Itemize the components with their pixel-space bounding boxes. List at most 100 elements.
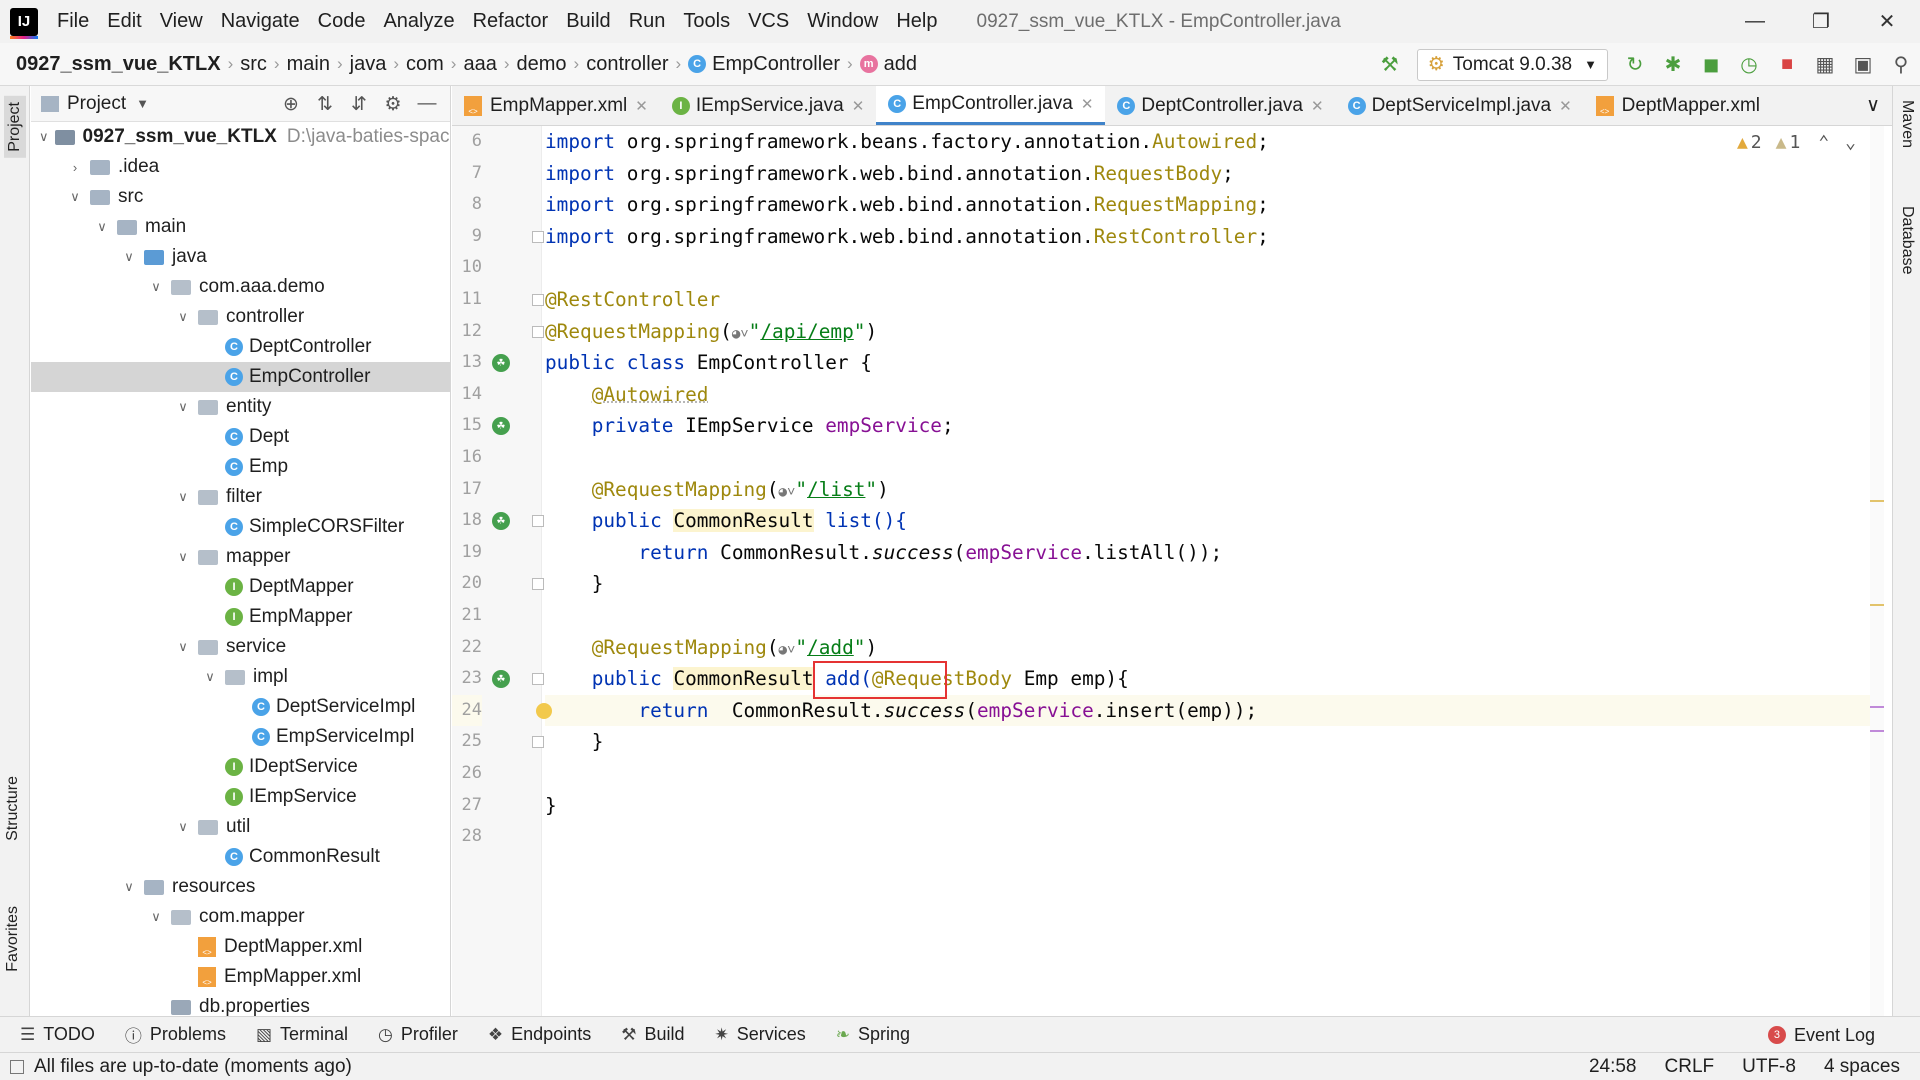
- menu-build[interactable]: Build: [557, 0, 619, 43]
- profile-icon[interactable]: ◷: [1732, 48, 1766, 82]
- menu-window[interactable]: Window: [798, 0, 887, 43]
- restore-icon[interactable]: ❐: [1788, 0, 1854, 43]
- fold-marker-icon[interactable]: [532, 230, 544, 243]
- menu-analyze[interactable]: Analyze: [374, 0, 463, 43]
- inspection-widget[interactable]: ▲ 2 ▲ 1 ⌃ ⌄: [1737, 126, 1856, 158]
- menu-vcs[interactable]: VCS: [739, 0, 798, 43]
- lightbulb-icon[interactable]: [536, 702, 552, 719]
- tree-item-commonresult[interactable]: C CommonResult: [31, 842, 450, 872]
- fold-marker-icon[interactable]: [532, 515, 544, 528]
- chevron-down-icon[interactable]: ∨: [120, 249, 138, 265]
- tabs-overflow-chevron-icon[interactable]: ∨: [1854, 86, 1892, 125]
- code-area[interactable]: import org.springframework.beans.factory…: [545, 126, 1884, 1016]
- tree-item-src[interactable]: ∨ src: [31, 182, 450, 212]
- structure-tool-tab[interactable]: Structure: [4, 776, 22, 841]
- url-path-link[interactable]: /add: [807, 636, 854, 659]
- profiler-tab[interactable]: ◷ Profiler: [378, 1024, 458, 1045]
- tree-item-com-mapper[interactable]: ∨ com.mapper: [31, 902, 450, 932]
- chevron-down-icon[interactable]: ∨: [201, 669, 219, 685]
- editor-tab-deptmapper-xml[interactable]: <> DeptMapper.xml: [1584, 86, 1772, 125]
- fold-marker-icon[interactable]: [532, 673, 544, 686]
- url-path-link[interactable]: /list: [807, 478, 865, 501]
- tree-item-db-properties[interactable]: db.properties: [31, 992, 450, 1016]
- menu-help[interactable]: Help: [887, 0, 946, 43]
- project-structure-icon[interactable]: ▦: [1808, 48, 1842, 82]
- menu-edit[interactable]: Edit: [98, 0, 150, 43]
- chevron-down-icon[interactable]: ▼: [136, 96, 149, 111]
- menu-run[interactable]: Run: [620, 0, 675, 43]
- menu-tools[interactable]: Tools: [674, 0, 739, 43]
- menu-code[interactable]: Code: [309, 0, 375, 43]
- breadcrumb-project[interactable]: 0927_ssm_vue_KTLX: [0, 53, 224, 76]
- breadcrumb-method-add[interactable]: m add: [857, 53, 920, 76]
- chevron-down-icon[interactable]: ∨: [147, 279, 165, 295]
- chevron-down-icon[interactable]: ∨: [174, 819, 192, 835]
- breadcrumb-com[interactable]: com: [403, 53, 447, 76]
- tree-item-deptmapper-xml[interactable]: <> DeptMapper.xml: [31, 932, 450, 962]
- tree-item-impl[interactable]: ∨ impl: [31, 662, 450, 692]
- indent-setting[interactable]: 4 spaces: [1824, 1056, 1900, 1078]
- tree-item-service[interactable]: ∨ service: [31, 632, 450, 662]
- chevron-right-icon[interactable]: ›: [66, 160, 84, 175]
- tree-item-empmapper-xml[interactable]: <> EmpMapper.xml: [31, 962, 450, 992]
- spring-bean-gutter-icon[interactable]: ☘: [492, 670, 510, 689]
- maven-tool-tab[interactable]: Maven: [1898, 100, 1916, 148]
- breadcrumb-java[interactable]: java: [347, 53, 390, 76]
- tree-item-resources[interactable]: ∨ resources: [31, 872, 450, 902]
- breadcrumb-controller[interactable]: controller: [583, 53, 671, 76]
- spring-tab[interactable]: ❧ Spring: [836, 1024, 910, 1045]
- menu-navigate[interactable]: Navigate: [212, 0, 309, 43]
- editor-tab-empmapper-xml[interactable]: <> EmpMapper.xml ✕: [452, 86, 660, 125]
- project-view-selector[interactable]: Project: [67, 93, 126, 115]
- chevron-down-icon[interactable]: ∨: [93, 219, 111, 235]
- chevron-down-icon[interactable]: ∨: [147, 909, 165, 925]
- tree-item-filter[interactable]: ∨ filter: [31, 482, 450, 512]
- todo-tab[interactable]: ☰ TODO: [20, 1024, 95, 1045]
- debug-icon[interactable]: ✱: [1656, 48, 1690, 82]
- breadcrumb-demo[interactable]: demo: [514, 53, 570, 76]
- breadcrumb-main[interactable]: main: [284, 53, 333, 76]
- close-icon[interactable]: ✕: [1311, 97, 1324, 115]
- project-tool-tab[interactable]: Project: [4, 96, 26, 158]
- tree-item-simplecorsfilter[interactable]: C SimpleCORSFilter: [31, 512, 450, 542]
- close-icon[interactable]: ✕: [635, 97, 648, 115]
- endpoints-tab[interactable]: ❖ Endpoints: [488, 1024, 591, 1045]
- tree-item-0927-ssm-vue-ktlx[interactable]: ∨ 0927_ssm_vue_KTLX D:\java-baties-space: [31, 122, 450, 152]
- coverage-icon[interactable]: ◼: [1694, 48, 1728, 82]
- collapse-all-icon[interactable]: ⇵: [342, 93, 376, 116]
- menu-file[interactable]: File: [48, 0, 98, 43]
- status-toggle-icon[interactable]: [10, 1059, 24, 1074]
- stop-icon[interactable]: ■: [1770, 48, 1804, 82]
- tree-item-dept[interactable]: C Dept: [31, 422, 450, 452]
- tree-item--idea[interactable]: › .idea: [31, 152, 450, 182]
- editor-scrollbar[interactable]: [1870, 126, 1884, 1016]
- globe-icon[interactable]: ◕˅: [779, 484, 796, 500]
- tree-item-empmapper[interactable]: I EmpMapper: [31, 602, 450, 632]
- chevron-down-icon[interactable]: ∨: [174, 549, 192, 565]
- chevron-down-icon[interactable]: ∨: [174, 639, 192, 655]
- line-separator[interactable]: CRLF: [1665, 1056, 1715, 1078]
- fold-marker-icon[interactable]: [532, 294, 544, 306]
- chevron-down-icon[interactable]: ∨: [120, 879, 138, 895]
- editor-tab-empcontroller-java[interactable]: C EmpController.java ✕: [876, 86, 1106, 125]
- search-icon[interactable]: ⚲: [1884, 48, 1918, 82]
- expand-all-icon[interactable]: ⇅: [308, 93, 342, 116]
- menu-view[interactable]: View: [151, 0, 212, 43]
- spring-bean-gutter-icon[interactable]: ☘: [492, 512, 510, 531]
- chevron-up-icon[interactable]: ⌃: [1818, 132, 1829, 153]
- spring-bean-gutter-icon[interactable]: ☘: [492, 354, 510, 373]
- file-encoding[interactable]: UTF-8: [1742, 1056, 1796, 1078]
- tree-item-iempservice[interactable]: I IEmpService: [31, 782, 450, 812]
- fold-marker-icon[interactable]: [532, 578, 544, 591]
- database-tool-tab[interactable]: Database: [1898, 206, 1916, 275]
- hide-panel-icon[interactable]: —: [410, 93, 444, 115]
- close-window-icon[interactable]: ✕: [1854, 0, 1920, 43]
- close-icon[interactable]: ✕: [852, 97, 865, 115]
- build-hammer-icon[interactable]: ⚒: [1373, 48, 1407, 82]
- chevron-down-icon[interactable]: ∨: [174, 489, 192, 505]
- editor-tab-iempservice-java[interactable]: I IEmpService.java ✕: [660, 86, 876, 125]
- problems-tab[interactable]: ⓘ Problems: [125, 1022, 226, 1047]
- tree-item-util[interactable]: ∨ util: [31, 812, 450, 842]
- globe-icon[interactable]: ◕˅: [732, 326, 749, 342]
- tree-item-deptcontroller[interactable]: C DeptController: [31, 332, 450, 362]
